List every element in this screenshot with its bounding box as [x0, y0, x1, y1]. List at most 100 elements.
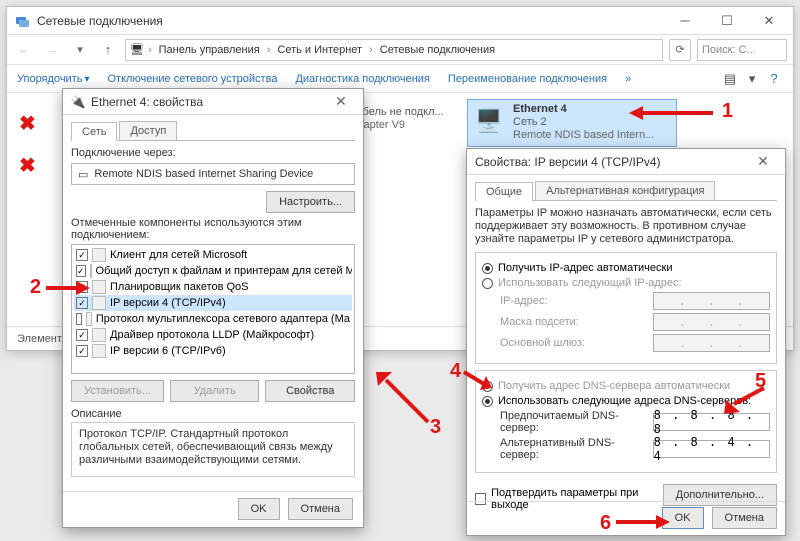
tab-access[interactable]: Доступ [119, 121, 177, 140]
gateway-input: . . . [653, 334, 770, 352]
help-icon[interactable]: ? [765, 70, 783, 88]
window-title: Сетевые подключения [37, 14, 665, 28]
ok-button[interactable]: OK [662, 507, 704, 529]
components-label: Отмеченные компоненты используются этим … [71, 217, 355, 241]
component-label: Общий доступ к файлам и принтерам для се… [96, 265, 352, 277]
remove-button[interactable]: Удалить [170, 380, 260, 402]
component-item[interactable]: ✓IP версии 6 (TCP/IPv6) [74, 343, 352, 359]
up-button[interactable]: ↑ [97, 39, 119, 61]
annotation-1: 1 [722, 100, 733, 123]
dns-pref-label: Предпочитаемый DNS-сервер: [500, 410, 647, 434]
adapter-item-selected[interactable]: 🖥️ Ethernet 4 Сеть 2 Remote NDIS based I… [467, 99, 677, 147]
checkbox-icon[interactable]: ✓ [76, 345, 88, 357]
component-item[interactable]: ✓ Клиент для сетей Microsoft [74, 247, 352, 263]
disable-device-button[interactable]: Отключение сетевого устройства [108, 73, 278, 85]
annotation-2: 2 [30, 276, 41, 299]
organize-menu[interactable]: Упорядочить▾ [17, 73, 90, 85]
description-text: Протокол TCP/IP. Стандартный протокол гл… [71, 422, 355, 477]
component-icon [92, 328, 106, 342]
view-icon[interactable]: ▤ [721, 70, 739, 88]
refresh-button[interactable]: ⟳ [669, 39, 691, 61]
component-icon [90, 264, 92, 278]
network-adapter-icon: 🖥️ [471, 103, 507, 139]
component-icon [92, 296, 106, 310]
view-dropdown[interactable]: ▾ [743, 70, 761, 88]
connect-label: Подключение через: [71, 147, 355, 159]
dns-alt-label: Альтернативный DNS-сервер: [500, 437, 647, 461]
component-item[interactable]: ✓ Планировщик пакетов QoS [74, 279, 352, 295]
disabled-x-icon: ✖ [19, 153, 36, 178]
subnet-label: Маска подсети: [500, 316, 647, 328]
radio-ip-manual[interactable]: Использовать следующий IP-адрес: [482, 277, 770, 289]
dialog-titlebar: 🔌 Ethernet 4: свойства ✕ [63, 89, 363, 115]
titlebar: Сетевые подключения ─ ☐ ✕ [7, 7, 793, 35]
dialog-title: Свойства: IP версии 4 (TCP/IPv4) [475, 155, 749, 169]
crumb-leaf[interactable]: Сетевые подключения [377, 44, 498, 56]
overflow-menu[interactable]: » [625, 73, 631, 85]
radio-dns-manual[interactable]: Использовать следующие адреса DNS-сервер… [482, 395, 770, 407]
component-icon [92, 344, 106, 358]
checkbox-icon[interactable] [76, 313, 82, 325]
cancel-button[interactable]: Отмена [288, 498, 353, 520]
annotation-4: 4 [450, 360, 461, 383]
annotation-3: 3 [430, 416, 441, 439]
annotation-5: 5 [755, 370, 766, 393]
tab-network[interactable]: Сеть [71, 122, 117, 141]
component-item[interactable]: Протокол мультиплексора сетевого адаптер… [74, 311, 352, 327]
crumb-root[interactable]: Панель управления [156, 44, 263, 56]
component-item[interactable]: ✓ Общий доступ к файлам и принтерам для с… [74, 263, 352, 279]
crumb-mid[interactable]: Сеть и Интернет [274, 44, 365, 56]
configure-button[interactable]: Настроить... [266, 191, 355, 213]
annotation-6: 6 [600, 512, 611, 535]
forward-button[interactable]: → [41, 39, 63, 61]
properties-button[interactable]: Свойства [265, 380, 355, 402]
network-icon: 🔌 [71, 95, 85, 109]
help-paragraph: Параметры IP можно назначать автоматичес… [475, 207, 777, 246]
component-label: Протокол мультиплексора сетевого адаптер… [96, 313, 350, 325]
component-item[interactable]: ✓Драйвер протокола LLDP (Майкрософт) [74, 327, 352, 343]
ipv4-properties-dialog: Свойства: IP версии 4 (TCP/IPv4) ✕ Общие… [466, 148, 786, 536]
ip-address-input: . . . [653, 292, 770, 310]
adapter-status: Кабель не подкл... [350, 106, 444, 119]
dialog-title: Ethernet 4: свойства [91, 95, 327, 109]
cancel-button[interactable]: Отмена [712, 507, 777, 529]
checkbox-icon[interactable]: ✓ [76, 265, 86, 277]
components-list[interactable]: ✓ Клиент для сетей Microsoft ✓ Общий доступ… [71, 244, 355, 374]
diagnose-button[interactable]: Диагностика подключения [295, 73, 429, 85]
close-button[interactable]: ✕ [749, 153, 777, 170]
gateway-label: Основной шлюз: [500, 337, 647, 349]
recent-dropdown[interactable]: ▾ [69, 39, 91, 61]
maximize-button[interactable]: ☐ [707, 10, 747, 32]
ok-button[interactable]: OK [238, 498, 280, 520]
checkbox-icon[interactable]: ✓ [76, 281, 88, 293]
component-label: Клиент для сетей Microsoft [110, 249, 247, 261]
checkbox-icon[interactable]: ✓ [76, 297, 88, 309]
radio-dns-auto[interactable]: Получить адрес DNS-сервера автоматически [482, 380, 770, 392]
component-item[interactable]: ✓IP версии 4 (TCP/IPv4) [74, 295, 352, 311]
checkbox-icon[interactable]: ✓ [76, 329, 88, 341]
adapter-title: Ethernet 4 [513, 103, 654, 116]
folder-icon: 🖥 [130, 43, 144, 56]
dns-alt-input[interactable]: 8 . 8 . 4 . 4 [653, 440, 770, 458]
component-label: Планировщик пакетов QoS [110, 281, 249, 293]
close-button[interactable]: ✕ [749, 10, 789, 32]
minimize-button[interactable]: ─ [665, 10, 705, 32]
navbar: ← → ▾ ↑ 🖥 › Панель управления › Сеть и И… [7, 35, 793, 65]
search-input[interactable]: Поиск: С... [697, 39, 787, 61]
tab-altconfig[interactable]: Альтернативная конфигурация [535, 181, 715, 200]
radio-ip-auto[interactable]: Получить IP-адрес автоматически [482, 262, 770, 274]
rename-button[interactable]: Переименование подключения [448, 73, 607, 85]
checkbox-icon[interactable]: ✓ [76, 249, 88, 261]
dns-pref-input[interactable]: 8 . 8 . 8 . 8 [653, 413, 770, 431]
ip-address-label: IP-адрес: [500, 295, 647, 307]
device-icon: ▭ [78, 168, 88, 181]
search-placeholder: Поиск: С... [702, 44, 756, 56]
subnet-input: . . . [653, 313, 770, 331]
adapter-desc: Remote NDIS based Intern... [513, 129, 654, 142]
tab-general[interactable]: Общие [475, 182, 533, 201]
install-button[interactable]: Установить... [71, 380, 164, 402]
breadcrumb[interactable]: 🖥 › Панель управления › Сеть и Интернет … [125, 39, 663, 61]
close-button[interactable]: ✕ [327, 93, 355, 110]
arrow-3 [370, 370, 430, 424]
back-button[interactable]: ← [13, 39, 35, 61]
